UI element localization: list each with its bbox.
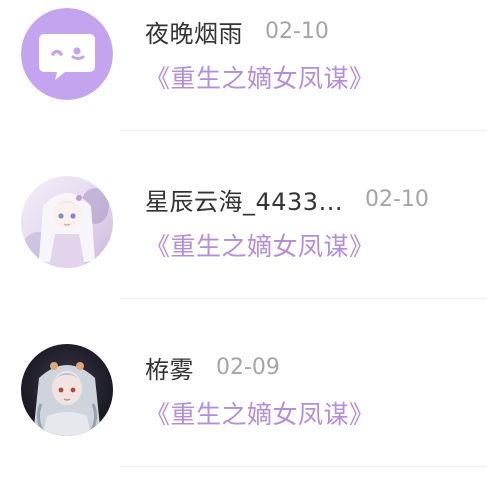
chat-bubble-icon bbox=[21, 8, 113, 100]
book-title-link[interactable]: 《重生之嫡女凤谋》 bbox=[145, 227, 375, 263]
username[interactable]: 栫雾 bbox=[145, 350, 194, 385]
comment-header: 栫雾 02-09 bbox=[145, 349, 280, 385]
book-title-link[interactable]: 《重生之嫡女凤谋》 bbox=[145, 59, 375, 95]
avatar[interactable] bbox=[21, 176, 113, 268]
divider bbox=[120, 466, 487, 467]
anime-girl-avatar-image bbox=[21, 344, 113, 436]
comment-header: 星辰云海_4433... 02-10 bbox=[145, 181, 429, 217]
comment-header: 夜晚烟雨 02-10 bbox=[145, 13, 329, 49]
list-item[interactable]: 星辰云海_4433... 02-10 《重生之嫡女凤谋》 bbox=[0, 131, 487, 299]
comment-date: 02-09 bbox=[216, 354, 280, 380]
anime-girl-avatar-image bbox=[21, 176, 113, 268]
book-title-link[interactable]: 《重生之嫡女凤谋》 bbox=[145, 395, 375, 431]
list-item[interactable]: 栫雾 02-09 《重生之嫡女凤谋》 bbox=[0, 299, 487, 467]
username[interactable]: 夜晚烟雨 bbox=[145, 14, 243, 49]
username[interactable]: 星辰云海_4433... bbox=[145, 182, 343, 217]
list-item[interactable]: 夜晚烟雨 02-10 《重生之嫡女凤谋》 bbox=[0, 0, 487, 131]
comment-list: 夜晚烟雨 02-10 《重生之嫡女凤谋》 星辰云海_4433... 02-10 … bbox=[0, 0, 487, 485]
avatar[interactable] bbox=[21, 344, 113, 436]
avatar[interactable] bbox=[21, 8, 113, 100]
comment-date: 02-10 bbox=[364, 186, 429, 212]
comment-date: 02-10 bbox=[265, 18, 329, 44]
